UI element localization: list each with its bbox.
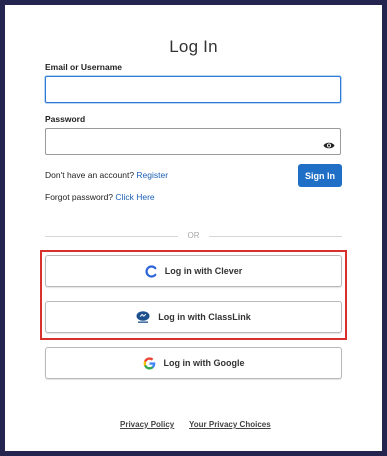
password-field[interactable] <box>45 128 341 155</box>
password-label: Password <box>45 114 86 124</box>
register-link[interactable]: Register <box>136 170 168 180</box>
classlink-icon <box>136 310 150 324</box>
divider-label: OR <box>187 231 200 240</box>
google-icon <box>143 356 156 370</box>
clever-login-button[interactable]: Log in with Clever <box>45 255 342 287</box>
email-label: Email or Username <box>45 62 123 72</box>
google-login-label: Log in with Google <box>163 358 245 368</box>
privacy-choices-link[interactable]: Your Privacy Choices <box>189 420 271 429</box>
or-divider: OR <box>45 231 342 240</box>
sign-in-button[interactable]: Sign In <box>298 164 342 187</box>
register-prompt-text: Don't have an account? <box>45 170 135 180</box>
page-title: Log In <box>169 37 218 56</box>
email-field[interactable] <box>45 76 341 103</box>
register-prompt: Don't have an account? Register <box>45 170 168 180</box>
clever-login-label: Log in with Clever <box>164 266 243 276</box>
forgot-password-link[interactable]: Click Here <box>115 192 154 202</box>
forgot-password-text: Forgot password? <box>45 192 114 202</box>
clever-icon <box>145 264 157 278</box>
google-login-button[interactable]: Log in with Google <box>45 347 342 379</box>
forgot-password-prompt: Forgot password? Click Here <box>45 192 155 202</box>
classlink-login-button[interactable]: Log in with ClassLink <box>45 301 342 333</box>
classlink-login-label: Log in with ClassLink <box>158 312 251 322</box>
show-password-icon[interactable] <box>323 137 335 149</box>
privacy-policy-link[interactable]: Privacy Policy <box>120 420 174 429</box>
